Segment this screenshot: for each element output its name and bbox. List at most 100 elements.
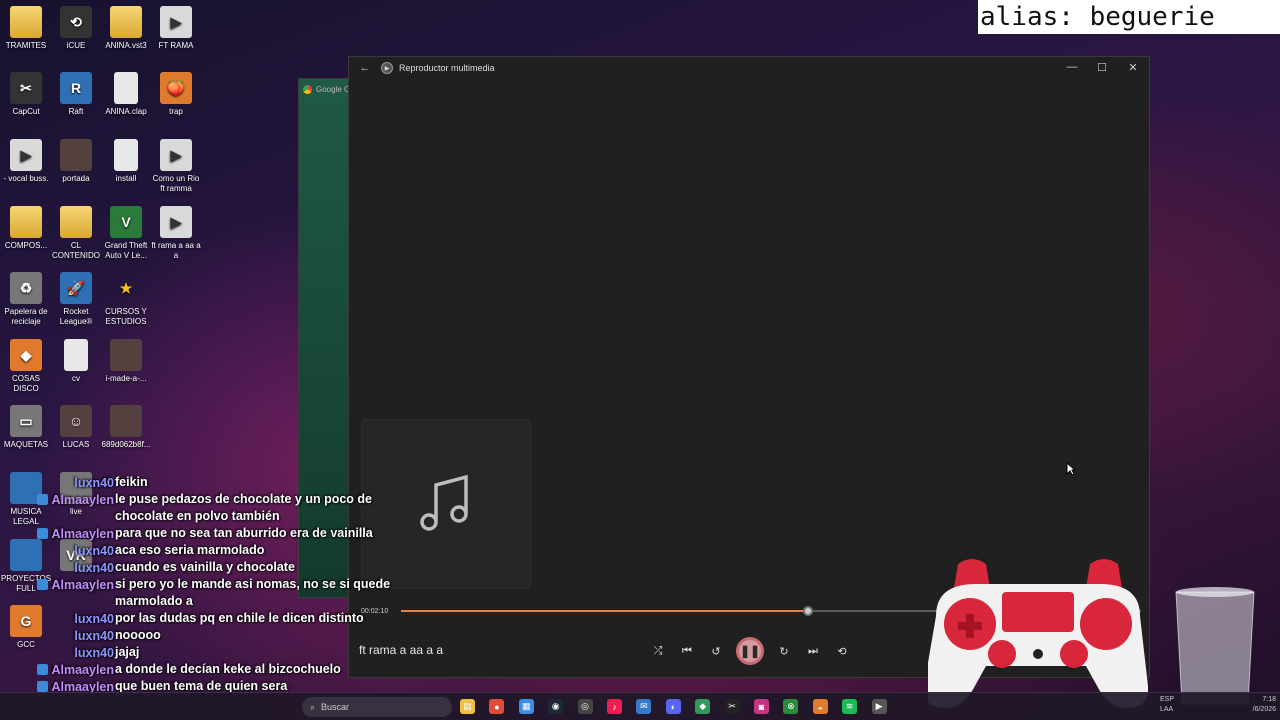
- desktop-icon[interactable]: 🚀 Rocket League®: [50, 272, 102, 327]
- desktop-icon[interactable]: R Raft: [50, 72, 102, 117]
- desktop-icon[interactable]: cv: [50, 339, 102, 384]
- clock-date: /6/2026: [1252, 706, 1276, 713]
- desktop-icon-glyph: [110, 339, 142, 371]
- chat-badge-icon: [37, 494, 49, 505]
- seek-thumb[interactable]: [803, 606, 813, 616]
- desktop-icon-label: Como un Rio ft ramma: [152, 174, 200, 193]
- taskbar-mail-icon[interactable]: ✉: [636, 699, 652, 714]
- desktop-icon[interactable]: V Grand Theft Auto V Le...: [100, 206, 152, 261]
- chrome-tab-label: Google C: [316, 85, 350, 94]
- desktop-icon-label: Raft: [68, 107, 84, 116]
- desktop-icon[interactable]: ◆ COSAS DISCO: [0, 339, 52, 394]
- rewind-icon[interactable]: ↺: [707, 642, 725, 660]
- desktop-icon[interactable]: 🍑 trap: [150, 72, 202, 117]
- desktop-icon[interactable]: i-made-a-...: [100, 339, 152, 384]
- next-icon[interactable]: ⏭: [804, 642, 822, 660]
- chat-username-text: luxn40: [74, 544, 114, 558]
- desktop-icon-glyph: ▶: [10, 139, 42, 171]
- minimize-button[interactable]: —: [1057, 61, 1087, 73]
- alias-overlay: alias: beguerie: [978, 0, 1280, 34]
- taskbar-spotify-icon[interactable]: ≋: [842, 699, 858, 714]
- desktop-icon-glyph: [114, 72, 138, 104]
- desktop-icon[interactable]: ANINA.vst3: [100, 6, 152, 51]
- taskbar-instagram-icon[interactable]: ◙: [754, 699, 769, 714]
- taskbar-discord-icon[interactable]: ◐: [665, 699, 681, 714]
- maximize-button[interactable]: ☐: [1087, 61, 1117, 74]
- chat-text: a donde le decían keke al bizcochuelo: [115, 662, 341, 676]
- chat-badge-icon: [37, 579, 49, 590]
- chat-text: por las dudas pq en chile le dicen disti…: [115, 611, 364, 625]
- desktop-icon-glyph: [64, 339, 88, 371]
- desktop-icon[interactable]: COMPOS...: [0, 206, 52, 251]
- close-button[interactable]: ✕: [1118, 61, 1148, 74]
- chat-username: Almaaylen: [37, 491, 114, 510]
- taskbar-chrome-icon[interactable]: ●: [489, 699, 505, 714]
- pause-button[interactable]: ❚❚: [736, 637, 764, 665]
- desktop-icon[interactable]: ▭ MAQUETAS: [0, 405, 52, 450]
- desktop-icon-glyph: 🍑: [160, 72, 192, 104]
- mouse-cursor-icon: [1066, 462, 1076, 476]
- desktop-icon-label: trap: [169, 107, 183, 116]
- taskbar-media-player-icon[interactable]: ▶: [871, 699, 887, 714]
- chat-text: feikin: [115, 475, 148, 489]
- taskbar-xbox-icon[interactable]: ⊗: [783, 699, 799, 714]
- desktop-icon-label: cv: [72, 374, 80, 383]
- desktop-icon[interactable]: ▶ FT RAMA: [150, 6, 202, 51]
- chat-badge-icon: [37, 528, 49, 539]
- chat-username-text: Almaaylen: [51, 493, 114, 507]
- desktop-icon-label: CL CONTENIDO: [52, 241, 100, 260]
- search-placeholder: Buscar: [321, 702, 350, 712]
- desktop-icon[interactable]: ☺ LUCAS: [50, 405, 102, 450]
- desktop-icon[interactable]: ANINA.clap: [100, 72, 152, 117]
- desktop-icon-label: Rocket League®: [59, 307, 93, 326]
- shuffle-icon[interactable]: ⤮: [649, 642, 667, 660]
- desktop-icon-label: ANINA.vst3: [105, 41, 147, 50]
- chat-text: para que no sea tan aburrido era de vain…: [115, 526, 373, 540]
- chat-username-text: luxn40: [74, 612, 114, 626]
- previous-icon[interactable]: ⏮: [678, 642, 696, 660]
- forward-icon[interactable]: ↻: [775, 642, 793, 660]
- taskbar-app-green-icon[interactable]: ◆: [695, 699, 711, 714]
- repeat-icon[interactable]: ⟲: [833, 642, 851, 660]
- desktop-icon-glyph: [10, 6, 42, 38]
- chat-overlay: luxn40 feikin Almaaylen le puse pedazos de …: [26, 474, 426, 695]
- desktop-icon-label: ANINA.clap: [105, 107, 147, 116]
- desktop-icon-label: iCUE: [66, 41, 86, 50]
- desktop-icon-label: - vocal buss.: [3, 174, 49, 183]
- tray-layout[interactable]: LAA: [1160, 705, 1174, 715]
- taskbar-search[interactable]: ⌕ Buscar: [302, 697, 452, 717]
- tray-language[interactable]: ESP: [1160, 695, 1174, 705]
- desktop-icon-glyph: ☺: [60, 405, 92, 437]
- desktop-icon[interactable]: install: [100, 139, 152, 184]
- desktop-icon[interactable]: ▶ Como un Rio ft ramma: [150, 139, 202, 194]
- clock[interactable]: 7:18 /6/2026: [1236, 695, 1276, 715]
- desktop-icon[interactable]: CL CONTENIDO: [50, 206, 102, 261]
- taskbar-capcut-icon[interactable]: ✂: [724, 699, 740, 714]
- chat-message: luxn40 por las dudas pq en chile le dicen…: [26, 610, 426, 627]
- chat-message: luxn40 nooooo: [26, 627, 426, 644]
- taskbar-files-icon[interactable]: ▦: [518, 699, 534, 714]
- desktop-icon[interactable]: ✂ CapCut: [0, 72, 52, 117]
- desktop-icon[interactable]: ♻ Papelera de reciclaje: [0, 272, 52, 327]
- taskbar-fl-studio-icon[interactable]: ◒: [812, 699, 828, 714]
- desktop-icon-glyph: [110, 405, 142, 437]
- desktop-icon[interactable]: ⟲ iCUE: [50, 6, 102, 51]
- desktop-icon-glyph: [110, 6, 142, 38]
- desktop-icon[interactable]: 689d062b8f...: [100, 405, 152, 450]
- back-icon[interactable]: ←: [349, 62, 381, 74]
- chat-username-text: luxn40: [74, 646, 114, 660]
- taskbar-steam-icon[interactable]: ◉: [548, 699, 564, 714]
- chat-message: Almaaylen para que no sea tan aburrido er…: [26, 525, 426, 542]
- taskbar-explorer-icon[interactable]: ▤: [460, 699, 475, 714]
- chat-text: nooooo: [115, 628, 161, 642]
- desktop-icon-label: Papelera de reciclaje: [4, 307, 48, 326]
- desktop-icon[interactable]: TRAMITES: [0, 6, 52, 51]
- taskbar-tiktok-icon[interactable]: ♪: [607, 699, 622, 714]
- taskbar-github-icon[interactable]: ◎: [577, 699, 593, 714]
- desktop-icon[interactable]: portada: [50, 139, 102, 184]
- desktop-icon-glyph: V: [110, 206, 142, 238]
- desktop-icon[interactable]: ▶ ft rama a aa a a: [150, 206, 202, 261]
- desktop-icon[interactable]: ▶ - vocal buss.: [0, 139, 52, 184]
- desktop-icon-label: COMPOS...: [4, 241, 48, 250]
- desktop-icon[interactable]: ★ CURSOS Y ESTUDIOS: [100, 272, 152, 327]
